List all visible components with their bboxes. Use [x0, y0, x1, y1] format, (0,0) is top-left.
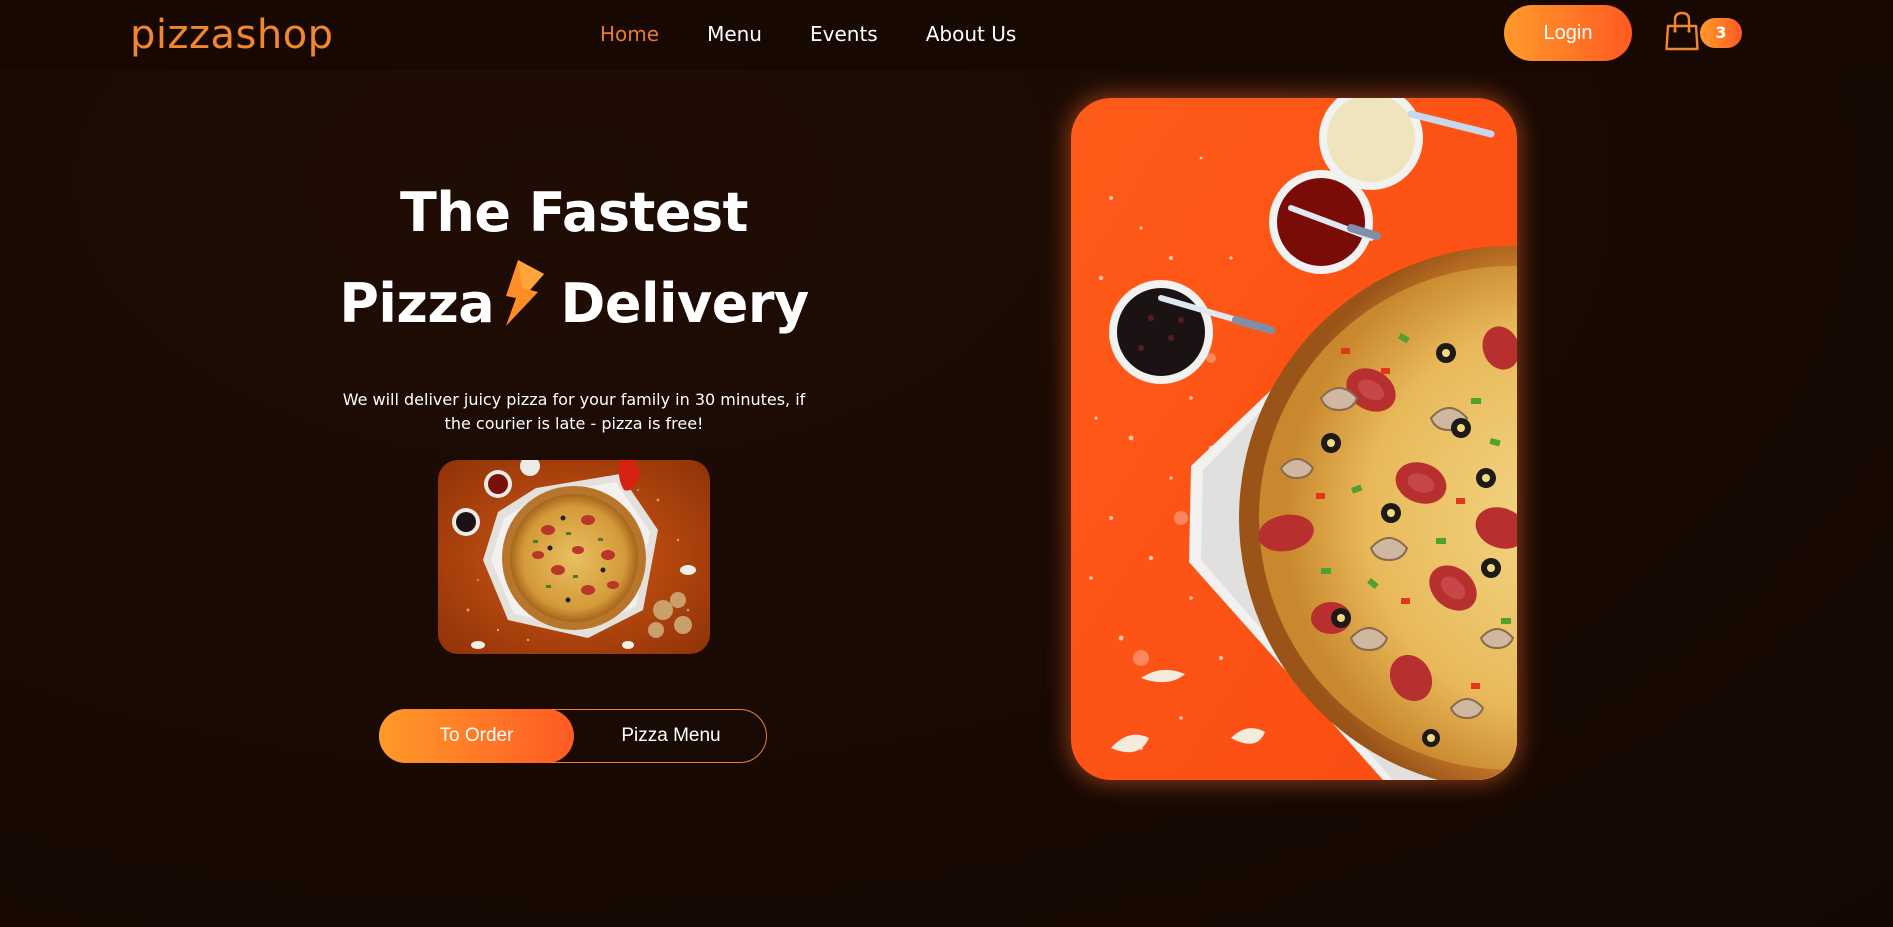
- small-pizza-photo: [438, 460, 710, 654]
- nav-about-us[interactable]: About Us: [926, 21, 1017, 47]
- top-header: pizzashop Home Menu Events About Us Logi…: [0, 0, 1893, 70]
- cart-count-badge: 3: [1700, 18, 1742, 48]
- cart-button[interactable]: 3: [1664, 10, 1744, 54]
- nav-events[interactable]: Events: [810, 21, 878, 47]
- to-order-button[interactable]: To Order: [379, 709, 574, 763]
- hero-title: The Fastest Pizza Delivery: [300, 170, 848, 347]
- hero-title-line-2: Pizza Delivery: [300, 256, 848, 347]
- pizza-menu-button[interactable]: Pizza Menu: [574, 709, 768, 763]
- hero-title-word-delivery: Delivery: [560, 272, 810, 335]
- hero-title-line-1: The Fastest: [400, 181, 748, 244]
- cta-button-group: To Order Pizza Menu: [379, 709, 767, 763]
- logo[interactable]: pizzashop: [130, 12, 334, 58]
- pizzashop-landing-page: pizzashop Home Menu Events About Us Logi…: [0, 0, 1893, 927]
- shopping-bag-icon: [1664, 10, 1700, 52]
- nav-menu[interactable]: Menu: [707, 21, 762, 47]
- nav-home[interactable]: Home: [600, 21, 659, 47]
- hero-pizza-photo: [1071, 98, 1517, 780]
- login-button[interactable]: Login: [1504, 5, 1632, 61]
- main-nav: Home Menu Events About Us: [600, 21, 1016, 47]
- hero-title-word-pizza: Pizza: [339, 272, 495, 335]
- hero-description: We will deliver juicy pizza for your fam…: [342, 390, 806, 433]
- lightning-bolt-icon: [492, 256, 548, 330]
